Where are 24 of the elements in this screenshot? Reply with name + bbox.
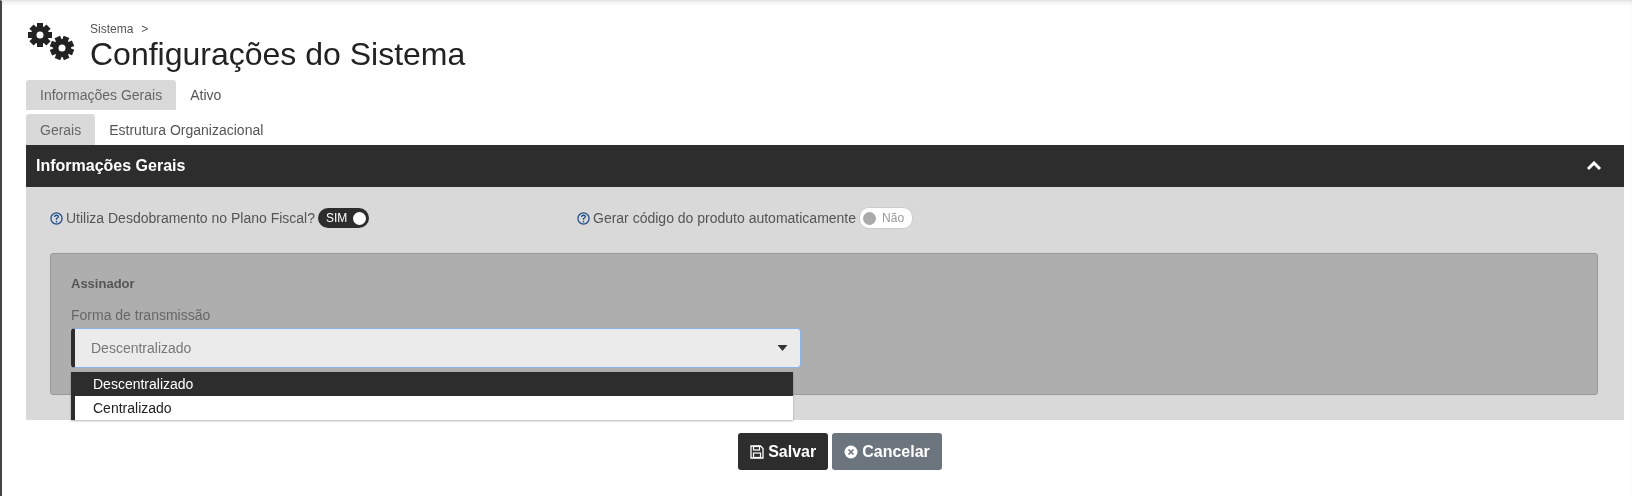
section-header[interactable]: Informações Gerais: [26, 145, 1624, 187]
field-label: Forma de transmissão: [71, 307, 212, 323]
cancel-button[interactable]: Cancelar: [832, 433, 942, 470]
help-icon[interactable]: [577, 211, 590, 225]
help-icon[interactable]: [50, 211, 63, 225]
tab[interactable]: Estrutura Organizacional: [95, 114, 278, 145]
toggle-label: Utiliza Desdobramento no Plano Fiscal?: [66, 210, 315, 226]
breadcrumb-link[interactable]: Sistema: [90, 22, 134, 36]
dropdown-option[interactable]: Centralizado: [75, 396, 793, 420]
tab[interactable]: Gerais: [26, 114, 96, 145]
tab[interactable]: Informações Gerais: [26, 80, 177, 110]
toggle-switch[interactable]: SIM: [318, 208, 370, 228]
close-icon: [844, 444, 859, 459]
group-title: Assinador: [71, 276, 136, 291]
page-title: Configurações do Sistema: [90, 36, 466, 72]
caret-icon: [777, 345, 788, 351]
dropdown-option[interactable]: Descentralizado: [75, 372, 793, 396]
tab[interactable]: Ativo: [176, 80, 236, 110]
section-title: Informações Gerais: [36, 157, 186, 175]
breadcrumb-separator: >: [141, 22, 149, 36]
toggle-label: Gerar código do produto automaticamente: [593, 210, 857, 226]
save-button[interactable]: Salvar: [738, 433, 829, 470]
chevron-up-icon[interactable]: [1586, 161, 1602, 171]
select-field[interactable]: Descentralizado: [71, 328, 801, 368]
